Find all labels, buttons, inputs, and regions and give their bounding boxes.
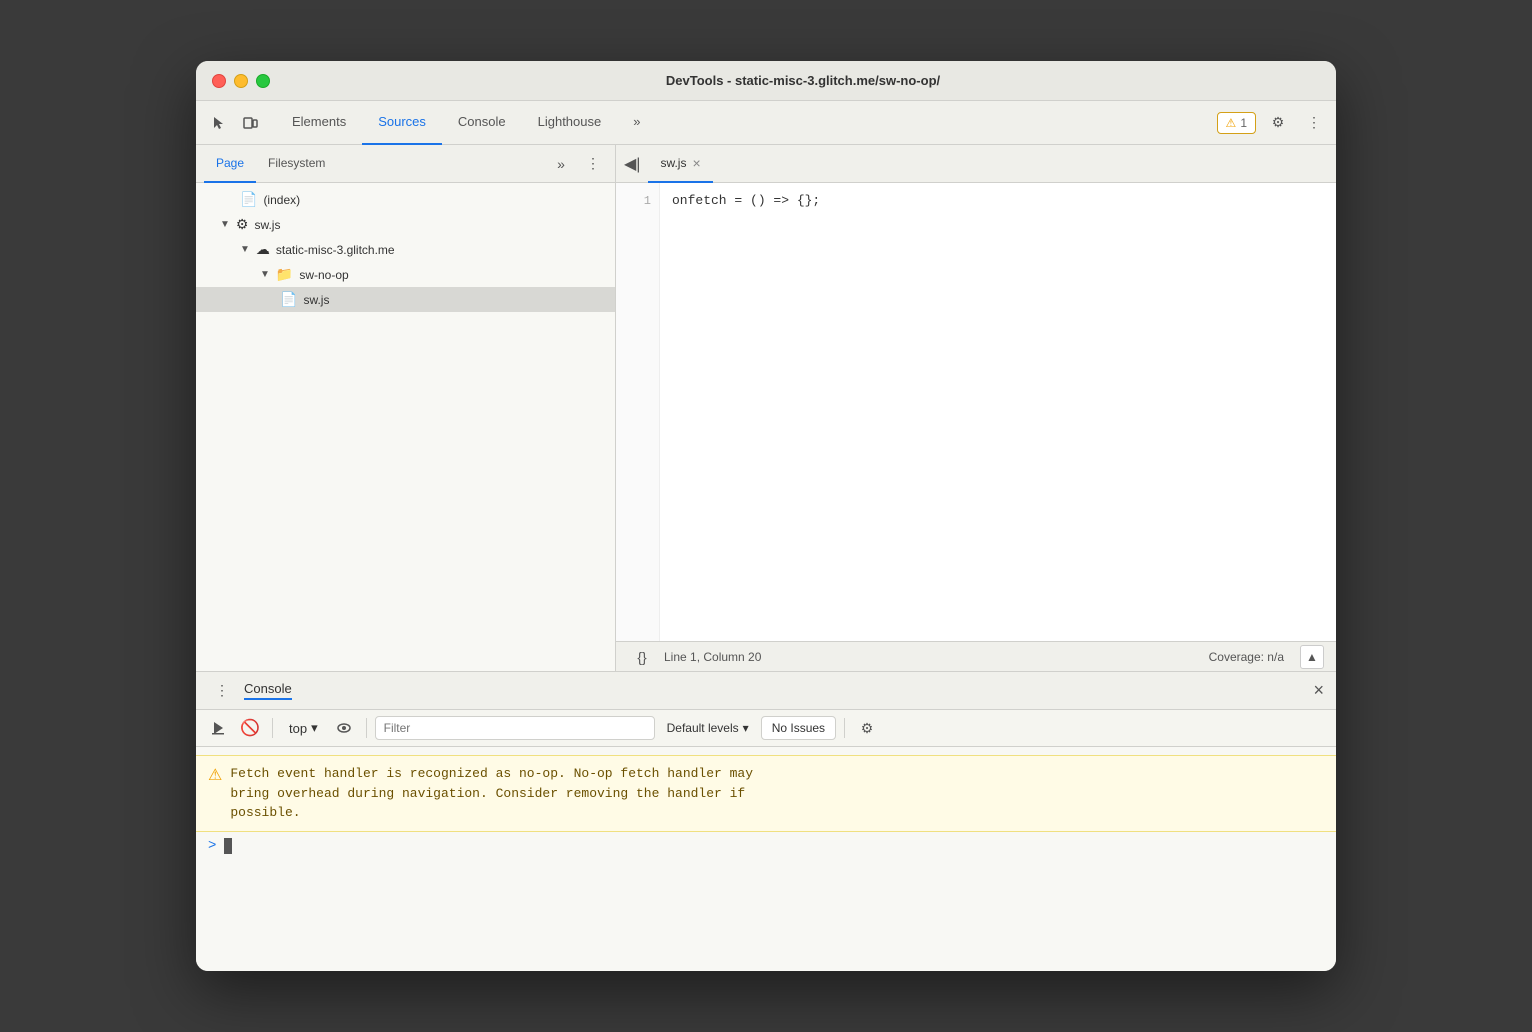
devtools-icons: [204, 109, 264, 137]
close-button[interactable]: [212, 74, 226, 88]
toolbar-divider: [272, 718, 273, 738]
folder-icon: 📁: [276, 266, 293, 283]
sub-tab-filesystem[interactable]: Filesystem: [256, 145, 337, 183]
eye-icon[interactable]: [330, 714, 358, 742]
console-title: Console: [244, 681, 292, 700]
code-line-1: onfetch = () => {};: [672, 191, 1324, 211]
line-numbers: 1: [616, 183, 660, 641]
tab-sources[interactable]: Sources: [362, 101, 442, 145]
file-tree: 📄 (index) ▼ ⚙ sw.js ▼ ☁ static-misc-3.gl…: [196, 183, 615, 671]
warning-count: 1: [1240, 116, 1247, 130]
code-text-1: onfetch = () => {};: [672, 193, 820, 208]
coverage-label: Coverage: n/a: [1209, 650, 1284, 664]
tree-label-sw-js-root: sw.js: [254, 218, 280, 232]
tree-item-domain[interactable]: ▼ ☁ static-misc-3.glitch.me: [196, 237, 615, 262]
issues-button[interactable]: No Issues: [761, 716, 836, 740]
default-levels-button[interactable]: Default levels ▾: [659, 717, 757, 739]
warning-badge[interactable]: ⚠ 1: [1217, 112, 1256, 134]
console-more-icon[interactable]: ⋮: [208, 677, 236, 705]
warning-message: ⚠ Fetch event handler is recognized as n…: [196, 755, 1336, 832]
console-messages: ⚠ Fetch event handler is recognized as n…: [196, 747, 1336, 971]
bottom-console-panel: ⋮ Console × 🚫 top ▾: [196, 671, 1336, 971]
tab-more[interactable]: »: [617, 101, 656, 145]
sub-tabs-menu-icon[interactable]: ⋮: [579, 150, 607, 178]
warning-message-icon: ⚠: [208, 765, 222, 785]
tab-elements[interactable]: Elements: [276, 101, 362, 145]
settings-gear-icon[interactable]: ⚙: [1264, 109, 1292, 137]
tree-label-index: (index): [263, 193, 300, 207]
main-content: Page Filesystem » ⋮ 📄 (index) ▼: [196, 145, 1336, 671]
default-levels-label: Default levels: [667, 721, 739, 735]
gear-icon: ⚙: [236, 216, 249, 233]
sub-tabs-right: » ⋮: [547, 150, 607, 178]
context-label: top: [289, 721, 307, 736]
sub-tab-page[interactable]: Page: [204, 145, 256, 183]
levels-arrow-icon: ▾: [743, 721, 749, 735]
status-bar: {} Line 1, Column 20 Coverage: n/a ▲: [616, 641, 1336, 671]
device-toolbar-icon[interactable]: [236, 109, 264, 137]
console-header: ⋮ Console ×: [196, 672, 1336, 710]
console-close-icon[interactable]: ×: [1313, 680, 1324, 701]
document-icon: 📄: [240, 191, 257, 208]
devtools-body: Elements Sources Console Lighthouse » ⚠ …: [196, 101, 1336, 971]
cursor-position: Line 1, Column 20: [664, 650, 761, 664]
tree-item-index[interactable]: 📄 (index): [196, 187, 615, 212]
cursor-icon[interactable]: [204, 109, 232, 137]
sub-tab-bar: Page Filesystem » ⋮: [196, 145, 615, 183]
cloud-icon: ☁: [256, 241, 270, 258]
window-title: DevTools - static-misc-3.glitch.me/sw-no…: [286, 73, 1320, 88]
minimize-button[interactable]: [234, 74, 248, 88]
block-icon[interactable]: 🚫: [236, 714, 264, 742]
tree-item-folder[interactable]: ▼ 📁 sw-no-op: [196, 262, 615, 287]
line-number-1: 1: [616, 191, 651, 211]
preserve-log-icon[interactable]: [204, 714, 232, 742]
filter-input[interactable]: [375, 716, 655, 740]
tree-item-sw-js-file[interactable]: 📄 sw.js: [196, 287, 615, 312]
devtools-window: DevTools - static-misc-3.glitch.me/sw-no…: [196, 61, 1336, 971]
context-arrow-icon: ▾: [311, 720, 318, 736]
warning-message-text: Fetch event handler is recognized as no-…: [230, 764, 753, 823]
maximize-button[interactable]: [256, 74, 270, 88]
tree-arrow-sw-js: ▼: [220, 219, 230, 230]
tab-console[interactable]: Console: [442, 101, 522, 145]
console-cursor: [224, 838, 232, 854]
tree-arrow-folder: ▼: [260, 269, 270, 280]
tree-label-folder: sw-no-op: [299, 268, 348, 282]
editor-tab-label: sw.js: [660, 156, 686, 170]
toolbar-divider-2: [366, 718, 367, 738]
editor-back-icon[interactable]: ◀|: [624, 154, 640, 174]
format-braces-icon[interactable]: {}: [628, 643, 656, 671]
context-selector[interactable]: top ▾: [281, 716, 326, 740]
toolbar-divider-3: [844, 718, 845, 738]
tree-label-domain: static-misc-3.glitch.me: [276, 243, 395, 257]
console-toolbar: 🚫 top ▾ Default levels ▾: [196, 710, 1336, 747]
editor-tab-sw-js[interactable]: sw.js ×: [648, 145, 712, 183]
titlebar: DevTools - static-misc-3.glitch.me/sw-no…: [196, 61, 1336, 101]
console-settings-icon[interactable]: ⚙: [853, 714, 881, 742]
status-up-icon[interactable]: ▲: [1300, 645, 1324, 669]
sub-tabs-more-icon[interactable]: »: [547, 150, 575, 178]
tree-label-sw-js-file: sw.js: [303, 293, 329, 307]
left-panel: Page Filesystem » ⋮ 📄 (index) ▼: [196, 145, 616, 671]
traffic-lights: [212, 74, 270, 88]
top-tabs-right: ⚠ 1 ⚙ ⋮: [1217, 109, 1328, 137]
tree-arrow-domain: ▼: [240, 244, 250, 255]
console-input-line: >: [196, 832, 1336, 860]
console-prompt-icon: >: [208, 838, 216, 854]
js-file-icon: 📄: [280, 291, 297, 308]
editor-tab-bar: ◀| sw.js ×: [616, 145, 1336, 183]
warning-triangle-icon: ⚠: [1226, 116, 1237, 130]
more-options-icon[interactable]: ⋮: [1300, 109, 1328, 137]
tree-item-sw-js-root[interactable]: ▼ ⚙ sw.js: [196, 212, 615, 237]
right-panel: ◀| sw.js × 1 onfetch = () => {};: [616, 145, 1336, 671]
code-area: 1 onfetch = () => {};: [616, 183, 1336, 641]
editor-tab-close-icon[interactable]: ×: [692, 155, 700, 171]
tab-lighthouse[interactable]: Lighthouse: [522, 101, 618, 145]
code-content[interactable]: onfetch = () => {};: [660, 183, 1336, 641]
status-bar-right: Coverage: n/a ▲: [1209, 645, 1324, 669]
top-tab-bar: Elements Sources Console Lighthouse » ⚠ …: [196, 101, 1336, 145]
